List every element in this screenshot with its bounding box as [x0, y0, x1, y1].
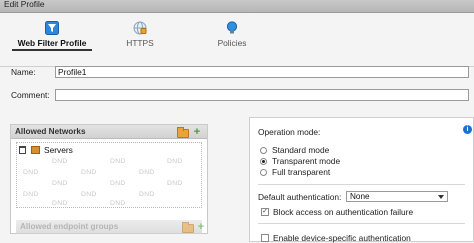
active-tab-underline — [12, 49, 92, 51]
list-item[interactable]: Servers — [44, 145, 73, 155]
globe-icon — [133, 21, 147, 35]
dnd-placeholder: DND — [139, 169, 155, 176]
folder-icon[interactable] — [182, 222, 194, 233]
dnd-placeholder: DND — [52, 200, 68, 207]
block-access-checkbox[interactable]: ✓ — [261, 208, 269, 216]
operation-mode-label: Operation mode: — [258, 127, 321, 137]
section-divider — [258, 184, 465, 185]
operation-settings-panel: Operation mode: i Standard mode Transpar… — [249, 117, 474, 243]
network-object-icon — [31, 146, 40, 154]
dnd-placeholder: DND — [52, 180, 68, 187]
tab-web-filter-profile[interactable]: Web Filter Profile — [6, 14, 98, 53]
radio-label: Standard mode — [272, 145, 330, 155]
tab-label: HTTPS — [126, 38, 154, 48]
folder-icon[interactable] — [177, 127, 189, 138]
dnd-placeholder: DND — [23, 191, 39, 198]
window-titlebar: Edit Profile — [0, 0, 474, 13]
allowed-endpoint-groups-header: Allowed endpoint groups + — [16, 220, 204, 234]
dnd-placeholder: DND — [110, 200, 126, 207]
tab-label: Web Filter Profile — [17, 38, 87, 48]
dnd-placeholder: DND — [167, 158, 183, 165]
comment-field[interactable] — [55, 89, 469, 101]
window-title: Edit Profile — [4, 0, 45, 9]
trash-icon[interactable] — [19, 146, 26, 154]
allowed-networks-list[interactable]: Servers DND DND DND DND DND DND DND DND … — [16, 142, 202, 208]
device-authentication-checkbox[interactable] — [261, 234, 269, 242]
default-authentication-select[interactable]: None — [346, 191, 448, 202]
name-field[interactable] — [55, 66, 469, 78]
dnd-placeholder: DND — [139, 191, 155, 198]
dnd-placeholder: DND — [110, 180, 126, 187]
tab-label: Policies — [217, 38, 247, 48]
section-divider — [258, 223, 465, 224]
lightbulb-icon — [226, 21, 238, 34]
tab-policies[interactable]: Policies — [200, 14, 264, 53]
allowed-networks-panel: Allowed Networks + Servers DND DND DND D… — [10, 124, 208, 234]
tab-https[interactable]: HTTPS — [110, 14, 170, 53]
allowed-networks-header: Allowed Networks + — [11, 125, 207, 139]
allowed-endpoint-groups-title: Allowed endpoint groups — [20, 222, 119, 231]
name-label: Name: — [11, 67, 36, 77]
dnd-placeholder: DND — [23, 169, 39, 176]
dnd-placeholder: DND — [81, 191, 97, 198]
dnd-placeholder: DND — [52, 158, 68, 165]
radio-transparent-mode[interactable] — [260, 158, 267, 165]
radio-label: Full transparent — [272, 167, 331, 177]
tab-bar: Web Filter Profile HTTPS Policies — [0, 14, 474, 67]
add-icon[interactable]: + — [196, 222, 206, 233]
chevron-down-icon — [438, 195, 444, 199]
select-value: None — [350, 192, 370, 201]
info-icon[interactable]: i — [463, 125, 472, 134]
funnel-icon — [45, 21, 59, 35]
dnd-placeholder: DND — [167, 180, 183, 187]
dnd-placeholder: DND — [110, 158, 126, 165]
checkbox-label: Block access on authentication failure — [273, 207, 414, 217]
dnd-placeholder: DND — [81, 169, 97, 176]
default-authentication-label: Default authentication: — [258, 192, 342, 202]
allowed-networks-title: Allowed Networks — [15, 127, 86, 136]
add-icon[interactable]: + — [192, 127, 202, 138]
radio-standard-mode[interactable] — [260, 147, 267, 154]
comment-label: Comment: — [11, 90, 50, 100]
radio-label: Transparent mode — [272, 156, 341, 166]
radio-full-transparent[interactable] — [260, 169, 267, 176]
